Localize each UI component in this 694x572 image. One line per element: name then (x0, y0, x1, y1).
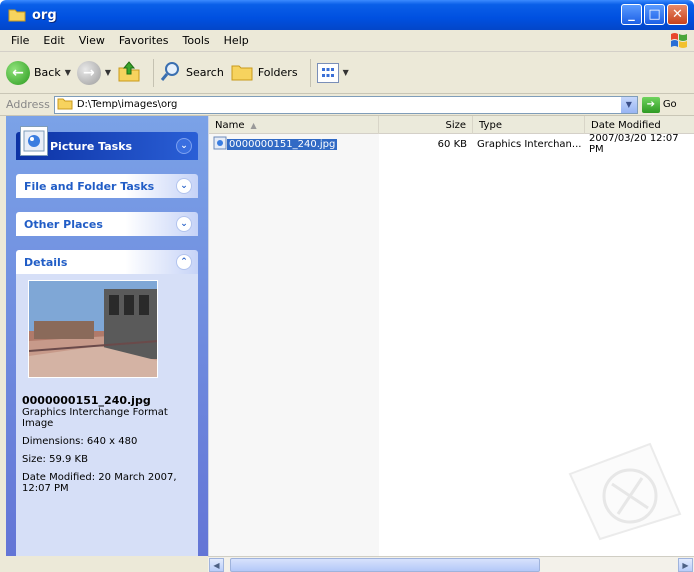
details-body: 0000000151_240.jpg Graphics Interchange … (16, 386, 198, 572)
back-label: Back (34, 66, 61, 79)
scroll-right-icon[interactable]: ▶ (678, 558, 693, 572)
chevron-down-icon[interactable]: ⌄ (176, 178, 192, 194)
horizontal-scrollbar[interactable]: ◀ ▶ (208, 556, 694, 572)
go-arrow-icon: ➔ (641, 96, 660, 113)
views-dropdown-icon[interactable]: ▼ (343, 68, 349, 77)
folder-icon (8, 8, 26, 22)
image-file-icon (213, 136, 227, 153)
address-bar: Address D:\Temp\images\org ▼ ➔ Go (0, 94, 694, 116)
close-button[interactable]: ✕ (667, 4, 688, 25)
toolbar: ← Back ▼ → ▼ Search Folders ▼ (0, 52, 694, 94)
other-places-title: Other Places (24, 217, 103, 231)
file-type: Graphics Interchan... (477, 138, 582, 150)
menu-favorites[interactable]: Favorites (112, 34, 176, 47)
picture-icon (20, 126, 48, 156)
file-folder-tasks-title: File and Folder Tasks (24, 179, 155, 193)
file-date: 2007/03/20 12:07 PM (589, 133, 679, 155)
folders-icon (230, 61, 254, 84)
sorted-column-highlight (209, 134, 379, 556)
address-label: Address (6, 98, 50, 111)
column-size[interactable]: Size (379, 116, 473, 134)
scroll-thumb[interactable] (230, 558, 540, 572)
go-label: Go (662, 99, 677, 110)
file-folder-tasks-header[interactable]: File and Folder Tasks ⌄ (16, 174, 198, 198)
column-size-label: Size (445, 119, 466, 131)
details-type: Graphics Interchange Format Image (22, 407, 168, 429)
toolbar-separator (153, 58, 155, 87)
maximize-button[interactable]: □ (644, 4, 665, 25)
picture-watermark-icon (560, 434, 690, 544)
scroll-left-icon[interactable]: ◀ (209, 558, 224, 572)
file-name-cell[interactable]: 0000000151_240.jpg (213, 136, 338, 153)
search-icon (160, 60, 182, 85)
details-filename: 0000000151_240.jpg (22, 394, 151, 407)
details-size: Size: 59.9 KB (22, 454, 88, 465)
menu-view[interactable]: View (72, 34, 112, 47)
chevron-up-icon[interactable]: ⌃ (176, 254, 192, 270)
file-name: 0000000151_240.jpg (227, 138, 338, 150)
up-folder-button[interactable] (117, 60, 141, 85)
bottom-frame (0, 556, 208, 572)
go-button[interactable]: ➔ Go (641, 96, 677, 113)
menu-tools[interactable]: Tools (176, 34, 217, 47)
column-type-label: Type (479, 119, 502, 131)
back-arrow-icon: ← (6, 60, 30, 85)
other-places-header[interactable]: Other Places ⌄ (16, 212, 198, 236)
menu-edit[interactable]: Edit (36, 34, 71, 47)
details-dimensions: Dimensions: 640 x 480 (22, 436, 138, 447)
menu-bar: File Edit View Favorites Tools Help (0, 30, 694, 52)
back-dropdown-icon[interactable]: ▼ (65, 68, 71, 77)
image-thumbnail (28, 280, 158, 378)
table-row[interactable]: 0000000151_240.jpg 60 KB Graphics Interc… (209, 133, 694, 155)
folders-label: Folders (257, 66, 298, 79)
address-input[interactable]: D:\Temp\images\org ▼ (53, 95, 638, 114)
windows-logo-icon (668, 31, 690, 51)
toolbar-separator (309, 58, 311, 87)
search-label: Search (186, 66, 224, 79)
back-button[interactable]: ← Back ▼ (6, 60, 71, 85)
forward-button[interactable]: → ▼ (76, 60, 111, 85)
details-modified: Date Modified: 20 March 2007, 12:07 PM (22, 472, 177, 494)
task-pane: Picture Tasks ⌄ File and Folder Tasks ⌄ … (6, 116, 208, 572)
details-title: Details (24, 255, 68, 269)
menu-file[interactable]: File (4, 34, 36, 47)
title-bar: org _ □ ✕ (0, 0, 694, 30)
column-date-label: Date Modified (591, 119, 661, 131)
search-button[interactable]: Search (160, 60, 224, 85)
column-name[interactable]: Name ▲ (209, 116, 379, 134)
sort-asc-icon: ▲ (250, 120, 257, 130)
details-header[interactable]: Details ⌃ (16, 250, 198, 274)
views-icon (316, 62, 339, 83)
column-type[interactable]: Type (473, 116, 585, 134)
up-folder-icon (117, 60, 141, 85)
file-list: Name ▲ Size Type Date Modified 000000015… (208, 116, 694, 556)
picture-tasks-header[interactable]: Picture Tasks ⌄ (16, 126, 198, 160)
folder-icon (57, 97, 73, 113)
file-size: 60 KB (437, 138, 467, 150)
window-title: org (32, 7, 57, 23)
menu-help[interactable]: Help (217, 34, 256, 47)
views-button[interactable]: ▼ (316, 62, 349, 83)
chevron-down-icon[interactable]: ⌄ (176, 216, 192, 232)
chevron-down-icon[interactable]: ⌄ (176, 138, 192, 154)
forward-arrow-icon: → (76, 60, 101, 85)
column-date[interactable]: Date Modified (585, 116, 694, 134)
column-name-label: Name (215, 119, 245, 131)
address-dropdown-icon[interactable]: ▼ (620, 96, 637, 113)
forward-dropdown-icon[interactable]: ▼ (105, 68, 111, 77)
folders-button[interactable]: Folders (230, 61, 298, 84)
column-header: Name ▲ Size Type Date Modified (209, 116, 694, 134)
minimize-button[interactable]: _ (621, 4, 642, 25)
address-path: D:\Temp\images\org (76, 99, 178, 110)
